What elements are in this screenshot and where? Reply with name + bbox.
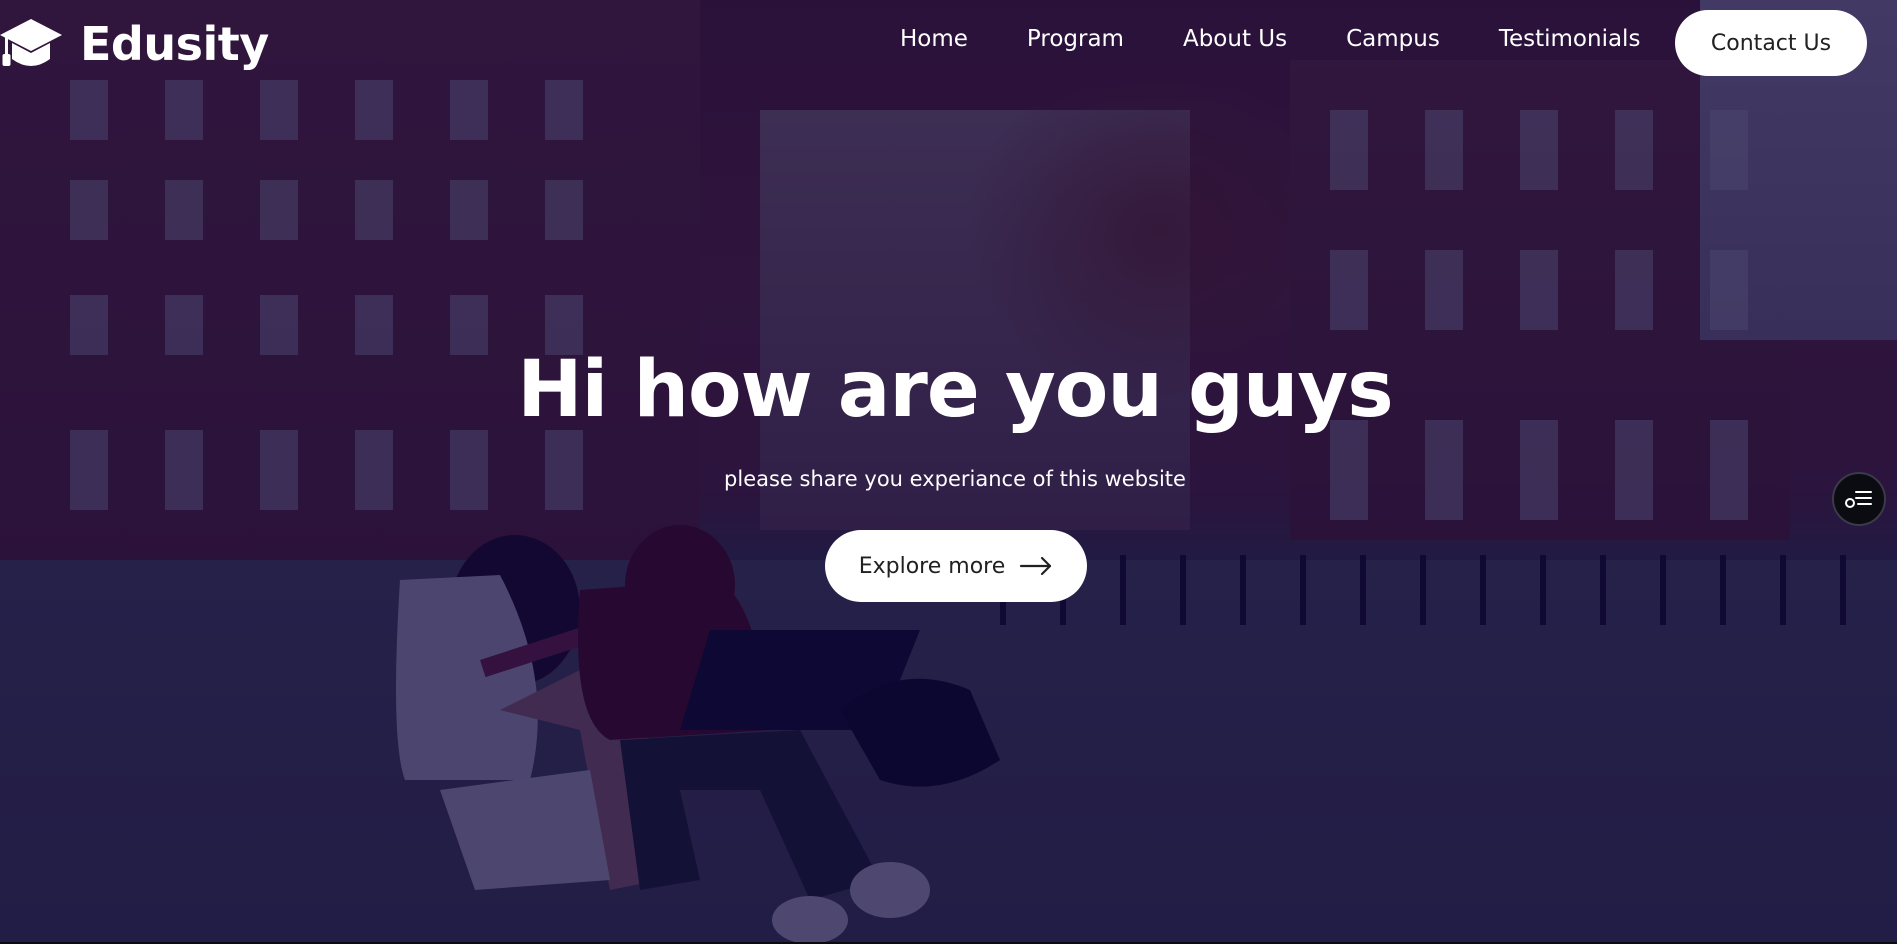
hero-title: Hi how are you guys [517,345,1393,435]
accessibility-menu-icon [1845,491,1872,508]
nav-link-program[interactable]: Program [1027,26,1124,52]
brand-name: Edusity [80,17,269,71]
nav-link-home[interactable]: Home [900,26,968,52]
contact-us-button[interactable]: Contact Us [1675,10,1867,76]
explore-more-label: Explore more [858,553,1006,579]
nav-link-testimonials[interactable]: Testimonials [1499,26,1641,52]
nav-links: Home Program About Us Campus Testimonial… [900,26,1699,52]
graduation-cap-icon [0,19,62,66]
hero-section: Edusity Home Program About Us Campus Tes… [0,0,1897,944]
explore-more-button[interactable]: Explore more [825,530,1087,602]
accessibility-menu-button[interactable] [1832,472,1886,526]
arrow-right-icon [1020,556,1052,576]
hero-subtitle: please share you experiance of this webs… [724,467,1186,491]
brand-logo[interactable]: Edusity [0,12,269,76]
nav-link-campus[interactable]: Campus [1346,26,1440,52]
top-navigation: Edusity Home Program About Us Campus Tes… [0,0,1897,88]
nav-link-about-us[interactable]: About Us [1183,26,1287,52]
